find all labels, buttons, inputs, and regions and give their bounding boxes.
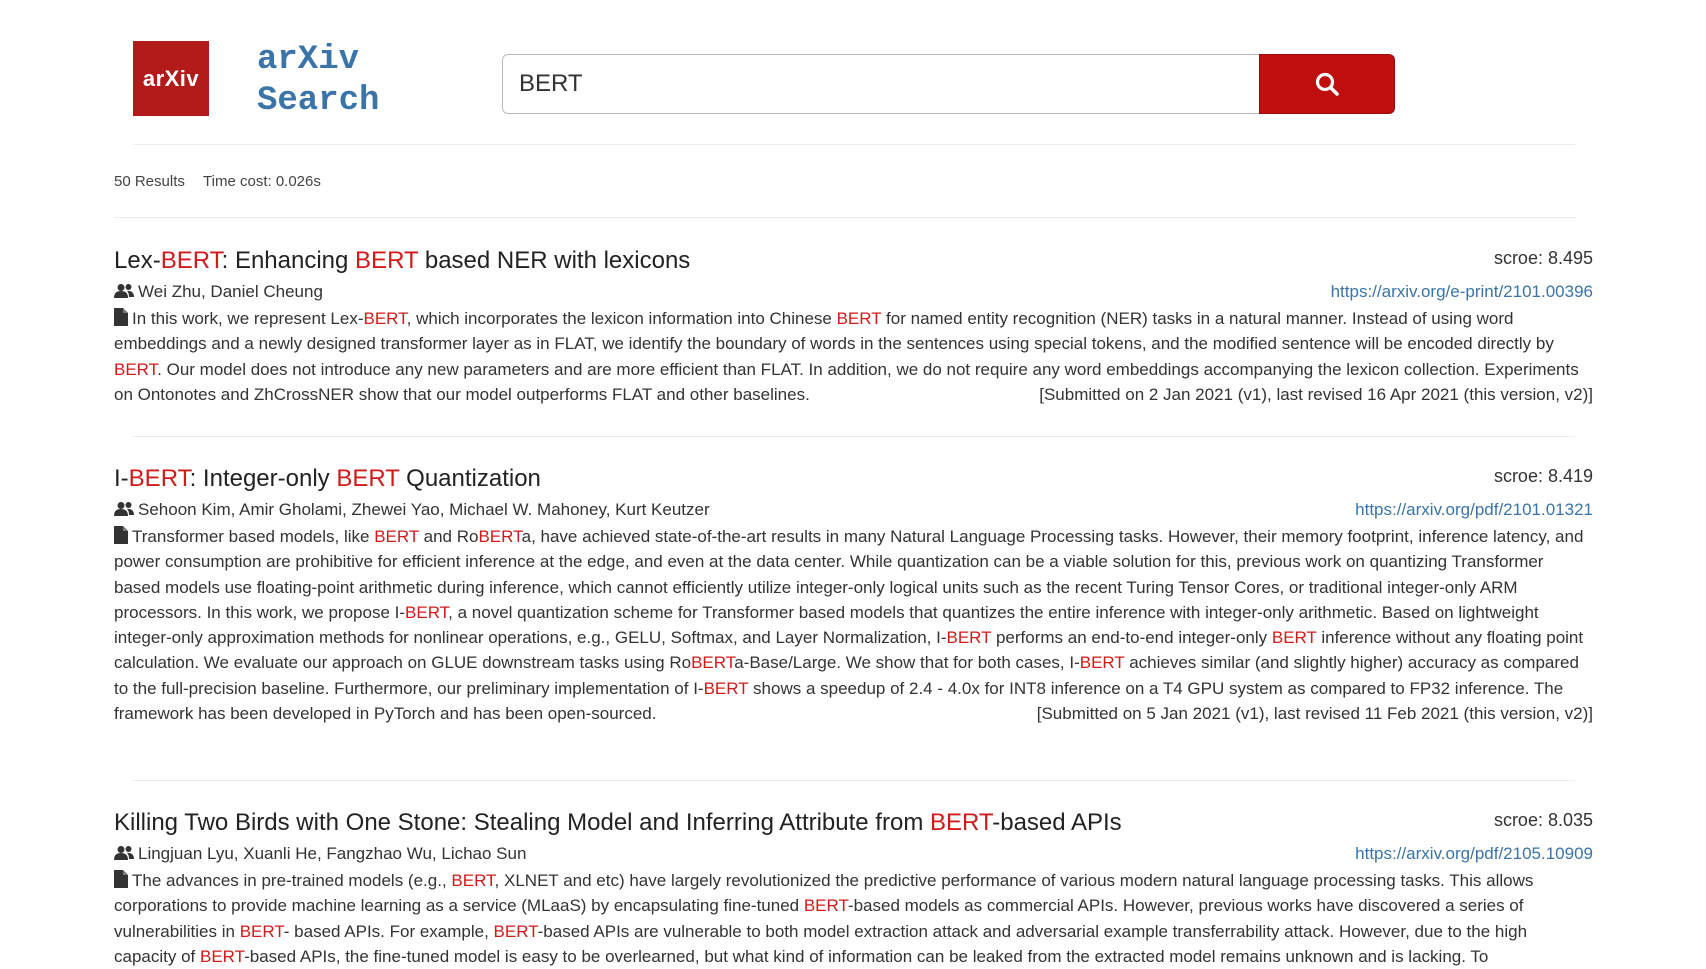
text-segment: I- [114, 465, 129, 492]
users-icon [114, 846, 134, 860]
users-icon [114, 502, 134, 516]
query-highlight: BERT [929, 809, 993, 836]
text-segment: , which incorporates the lexicon informa… [406, 309, 837, 328]
query-highlight: BERT [836, 309, 882, 328]
query-highlight: BERT [1271, 628, 1317, 648]
query-highlight: BERT [336, 465, 400, 492]
result-authors: Wei Zhu, Daniel Cheung [114, 280, 323, 304]
text-segment: The advances in pre-trained models (e.g.… [132, 871, 452, 890]
result-score: scroe: 8.419 [1493, 466, 1593, 486]
result-meta: 50 Results Time cost: 0.026s [114, 173, 321, 190]
result-link[interactable]: https://arxiv.org/pdf/2105.10909 [1355, 842, 1593, 866]
search-button[interactable] [1259, 54, 1395, 114]
result-score: scroe: 8.495 [1493, 248, 1593, 268]
result-submitted: [Submitted on 5 Jan 2021 (v1), last revi… [1036, 704, 1593, 724]
text-segment: - based APIs. For example, [283, 921, 494, 941]
result-authors-text: Wei Zhu, Daniel Cheung [138, 282, 323, 301]
result-abstract: In this work, we represent Lex-BERT, whi… [114, 306, 1593, 407]
query-highlight: BERT [493, 921, 538, 941]
query-highlight: BERT [239, 921, 284, 941]
query-highlight: BERT [160, 247, 222, 274]
query-highlight: BERT [691, 653, 735, 673]
query-highlight: BERT [703, 678, 749, 698]
query-highlight: BERT [355, 247, 419, 274]
text-segment: and Ro [418, 527, 479, 546]
result-title[interactable]: I-BERT: Integer-only BERT Quantization [114, 464, 541, 494]
query-highlight: BERT [1079, 653, 1125, 673]
result-divider [133, 436, 1575, 437]
result-link[interactable]: https://arxiv.org/pdf/2101.01321 [1355, 498, 1593, 522]
result-authors-text: Sehoon Kim, Amir Gholami, Zhewei Yao, Mi… [138, 500, 710, 519]
result-abstract-text: The advances in pre-trained models (e.g.… [114, 871, 1533, 966]
result-link[interactable]: https://arxiv.org/e-print/2101.00396 [1331, 280, 1593, 304]
text-segment: based NER with lexicons [418, 247, 691, 274]
text-segment: Transformer based models, like [132, 527, 375, 546]
result-score: scroe: 8.035 [1493, 810, 1593, 830]
text-segment: : Integer-only [189, 465, 337, 492]
query-highlight: BERT [200, 946, 245, 966]
header-divider [133, 144, 1575, 145]
users-icon [114, 284, 134, 298]
query-highlight: BERT [478, 527, 522, 546]
text-segment: -based APIs, the fine-tuned model is eas… [244, 946, 1489, 966]
text-segment: a-Base/Large. We show that for both case… [734, 653, 1080, 673]
text-segment: : Enhancing [221, 247, 356, 274]
file-icon [114, 526, 128, 544]
query-highlight: BERT [363, 309, 407, 328]
text-segment: Lex- [114, 247, 161, 274]
arxiv-logo[interactable]: arXiv [133, 41, 209, 116]
result-authors: Sehoon Kim, Amir Gholami, Zhewei Yao, Mi… [114, 498, 710, 522]
result-abstract-text: Transformer based models, like BERT and … [114, 527, 1583, 723]
result-abstract: Transformer based models, like BERT and … [114, 524, 1593, 726]
file-icon [114, 870, 128, 888]
result-title[interactable]: Killing Two Birds with One Stone: Steali… [114, 808, 1122, 838]
meta-divider [114, 217, 1576, 218]
query-highlight: BERT [114, 359, 158, 379]
search-icon [1315, 72, 1339, 96]
query-highlight: BERT [374, 527, 419, 546]
query-highlight: BERT [405, 602, 449, 622]
query-highlight: BERT [128, 465, 190, 492]
result-abstract: The advances in pre-trained models (e.g.… [114, 868, 1593, 969]
site-title[interactable]: arXiv Search [257, 40, 379, 122]
time-cost: Time cost: 0.026s [203, 173, 321, 190]
file-icon [114, 308, 128, 326]
result-count: 50 Results [114, 173, 185, 190]
result-divider [133, 780, 1575, 781]
text-segment: Quantization [399, 465, 541, 492]
text-segment: In this work, we represent Lex- [132, 309, 364, 328]
query-highlight: BERT [451, 871, 495, 890]
search-input[interactable] [502, 54, 1259, 114]
text-segment: Killing Two Birds with One Stone: Steali… [114, 809, 930, 836]
query-highlight: BERT [946, 628, 992, 648]
result-authors: Lingjuan Lyu, Xuanli He, Fangzhao Wu, Li… [114, 842, 526, 866]
result-submitted: [Submitted on 2 Jan 2021 (v1), last revi… [1039, 384, 1593, 404]
query-highlight: BERT [803, 896, 848, 916]
text-segment: -based APIs [992, 809, 1122, 836]
result-title[interactable]: Lex-BERT: Enhancing BERT based NER with … [114, 246, 690, 276]
result-authors-text: Lingjuan Lyu, Xuanli He, Fangzhao Wu, Li… [138, 844, 527, 863]
text-segment: performs an end-to-end integer-only [991, 628, 1272, 648]
